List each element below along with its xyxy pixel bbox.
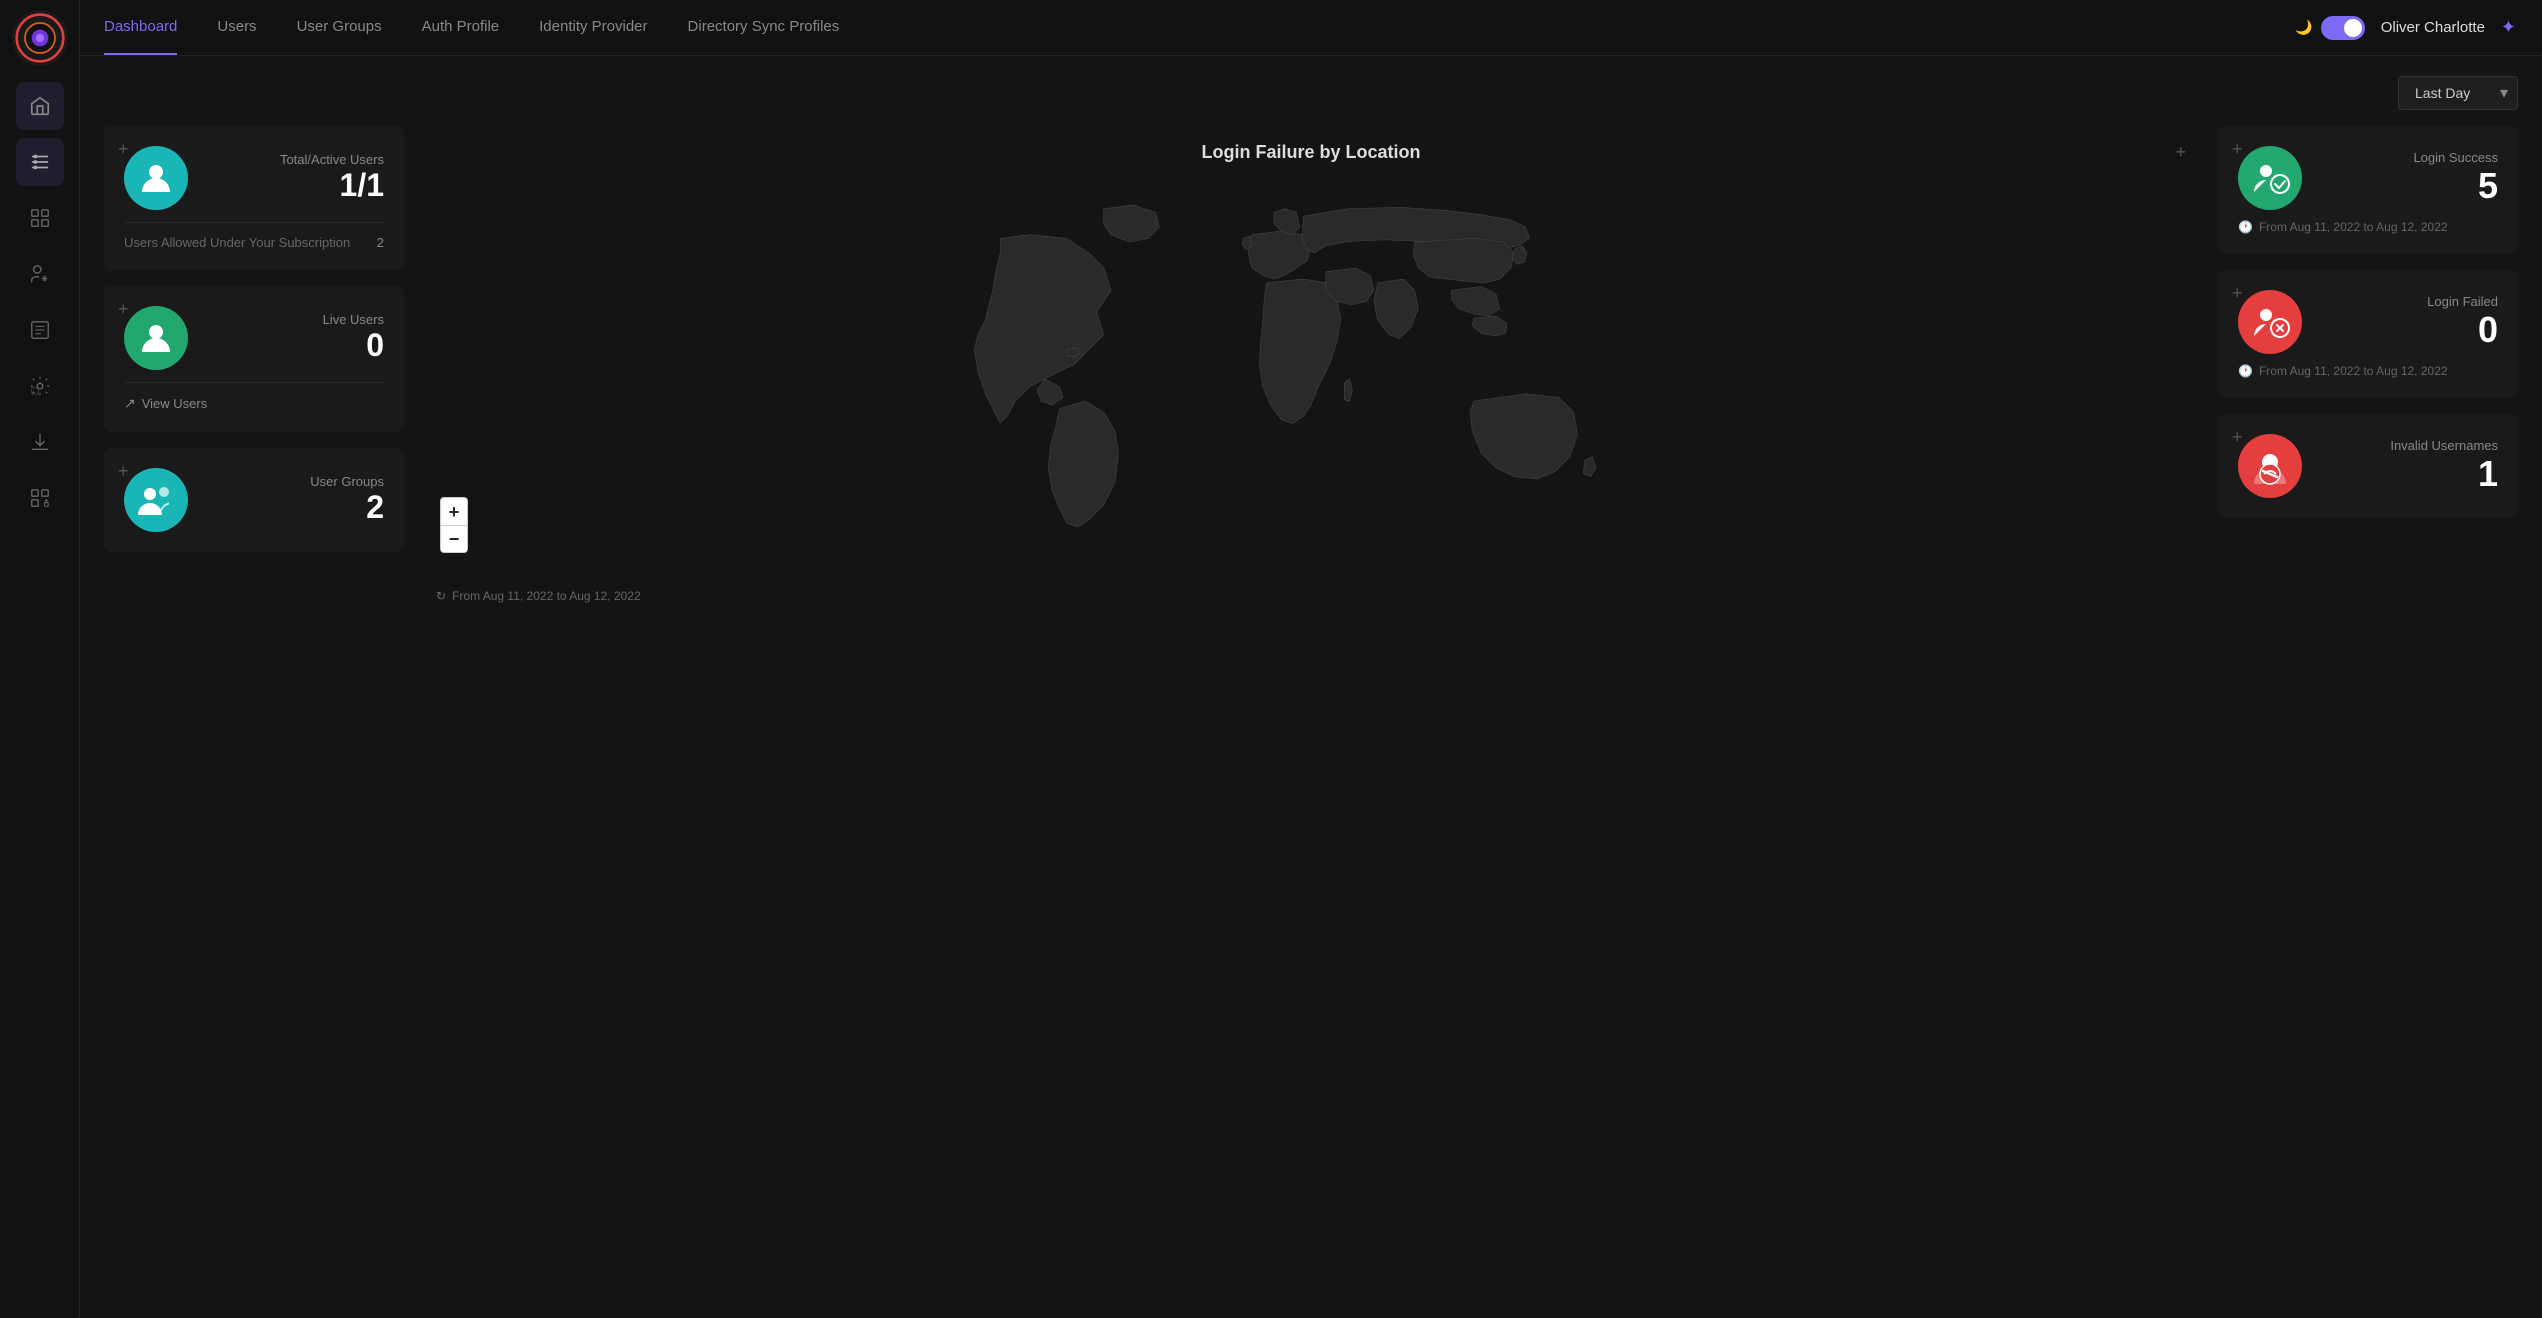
map-zoom-in[interactable]: + (440, 497, 468, 525)
total-users-icon (124, 146, 188, 210)
clock-icon-failed: 🕐 (2238, 364, 2253, 378)
toggle-track[interactable] (2321, 16, 2365, 40)
live-users-stat: Live Users 0 (124, 306, 384, 370)
map-controls: + − (440, 497, 468, 553)
dark-mode-toggle[interactable]: 🌙 (2295, 16, 2364, 40)
subscription-value: 2 (377, 235, 384, 250)
map-card: + Login Failure by Location (420, 126, 2202, 613)
main-content: Dashboard Users User Groups Auth Profile… (80, 0, 2542, 1318)
map-footer: ↻ From Aug 11, 2022 to Aug 12, 2022 (420, 579, 2202, 613)
user-groups-stat: User Groups 2 (124, 468, 384, 532)
live-users-icon (124, 306, 188, 370)
map-container (420, 179, 2202, 579)
content-header: Last Day Last Week Last Month (104, 76, 2518, 110)
toggle-thumb (2344, 19, 2362, 37)
login-success-info: Login Success 5 (2318, 150, 2498, 207)
login-failed-date-text: From Aug 11, 2022 to Aug 12, 2022 (2259, 364, 2448, 378)
total-users-plus-icon[interactable]: + (118, 140, 129, 158)
total-active-stat: Total/Active Users 1/1 (124, 146, 384, 210)
login-failed-plus-icon[interactable]: + (2232, 284, 2243, 302)
view-users-link[interactable]: ↗ View Users (124, 382, 384, 412)
live-users-info: Live Users 0 (204, 312, 384, 364)
user-name: Oliver Charlotte (2381, 19, 2485, 36)
sidebar (0, 0, 80, 1318)
login-success-card: + Login Success 5 (2218, 126, 2518, 254)
time-filter-wrapper[interactable]: Last Day Last Week Last Month (2398, 76, 2518, 110)
tab-identity-provider[interactable]: Identity Provider (539, 0, 647, 55)
live-users-label: Live Users (204, 312, 384, 327)
login-success-date: 🕐 From Aug 11, 2022 to Aug 12, 2022 (2238, 220, 2498, 234)
right-column: + Login Success 5 (2218, 126, 2518, 613)
sidebar-item-grid[interactable] (16, 194, 64, 242)
live-users-plus-icon[interactable]: + (118, 300, 129, 318)
map-plus-icon[interactable]: + (2175, 142, 2186, 163)
user-groups-icon (124, 468, 188, 532)
invalid-usernames-info: Invalid Usernames 1 (2318, 438, 2498, 495)
moon-icon: 🌙 (2295, 19, 2312, 36)
login-success-value: 5 (2318, 165, 2498, 207)
tab-users[interactable]: Users (217, 0, 256, 55)
sidebar-item-modules[interactable] (16, 474, 64, 522)
total-active-users-card: + Total/Active Users 1/1 (104, 126, 404, 270)
arrow-icon: ↗ (124, 395, 136, 412)
sidebar-item-settings[interactable] (16, 362, 64, 410)
sidebar-item-users-list[interactable] (16, 138, 64, 186)
login-failed-date: 🕐 From Aug 11, 2022 to Aug 12, 2022 (2238, 364, 2498, 378)
map-title: Login Failure by Location (420, 126, 2202, 179)
map-date-range: From Aug 11, 2022 to Aug 12, 2022 (452, 589, 641, 603)
topbar-right: 🌙 Oliver Charlotte ✦ (2295, 16, 2518, 40)
login-success-plus-icon[interactable]: + (2232, 140, 2243, 158)
tab-directory-sync[interactable]: Directory Sync Profiles (688, 0, 840, 55)
login-failed-value: 0 (2318, 309, 2498, 351)
login-success-date-text: From Aug 11, 2022 to Aug 12, 2022 (2259, 220, 2448, 234)
login-success-icon (2238, 146, 2302, 210)
tab-user-groups[interactable]: User Groups (297, 0, 382, 55)
login-failed-card: + Login Failed 0 (2218, 270, 2518, 398)
login-success-stat: Login Success 5 (2238, 146, 2498, 210)
sidebar-item-download[interactable] (16, 418, 64, 466)
user-groups-info: User Groups 2 (204, 474, 384, 526)
left-column: + Total/Active Users 1/1 (104, 126, 404, 613)
view-users-label: View Users (142, 396, 208, 411)
user-groups-card: + User Groups 2 (104, 448, 404, 552)
user-menu-icon[interactable]: ✦ (2501, 17, 2518, 38)
sidebar-item-reports[interactable] (16, 306, 64, 354)
total-users-info: Total/Active Users 1/1 (204, 152, 384, 204)
map-zoom-out[interactable]: − (440, 525, 468, 553)
invalid-usernames-label: Invalid Usernames (2318, 438, 2498, 453)
invalid-usernames-stat: Invalid Usernames 1 (2238, 434, 2498, 498)
tab-dashboard[interactable]: Dashboard (104, 0, 177, 55)
user-groups-label: User Groups (204, 474, 384, 489)
live-users-card: + Live Users 0 (104, 286, 404, 432)
invalid-usernames-plus-icon[interactable]: + (2232, 428, 2243, 446)
login-failed-info: Login Failed 0 (2318, 294, 2498, 351)
invalid-usernames-card: + In (2218, 414, 2518, 518)
total-users-footer: Users Allowed Under Your Subscription 2 (124, 222, 384, 250)
topbar: Dashboard Users User Groups Auth Profile… (80, 0, 2542, 56)
total-users-value: 1/1 (204, 167, 384, 204)
dashboard-grid: + Total/Active Users 1/1 (104, 126, 2518, 613)
user-groups-value: 2 (204, 489, 384, 526)
login-failed-icon (2238, 290, 2302, 354)
login-success-label: Login Success (2318, 150, 2498, 165)
sidebar-item-user-config[interactable] (16, 250, 64, 298)
time-filter-select[interactable]: Last Day Last Week Last Month (2398, 76, 2518, 110)
login-failed-stat: Login Failed 0 (2238, 290, 2498, 354)
tab-auth-profile[interactable]: Auth Profile (422, 0, 500, 55)
invalid-usernames-icon (2238, 434, 2302, 498)
nav-tabs: Dashboard Users User Groups Auth Profile… (104, 0, 839, 55)
total-users-label: Total/Active Users (204, 152, 384, 167)
clock-icon-success: 🕐 (2238, 220, 2253, 234)
invalid-usernames-value: 1 (2318, 453, 2498, 495)
content-area: Last Day Last Week Last Month + (80, 56, 2542, 1318)
sidebar-item-home[interactable] (16, 82, 64, 130)
user-groups-plus-icon[interactable]: + (118, 462, 129, 480)
login-failed-label: Login Failed (2318, 294, 2498, 309)
subscription-label: Users Allowed Under Your Subscription (124, 235, 350, 250)
refresh-icon: ↻ (436, 589, 446, 603)
app-logo (12, 10, 68, 66)
live-users-value: 0 (204, 327, 384, 364)
